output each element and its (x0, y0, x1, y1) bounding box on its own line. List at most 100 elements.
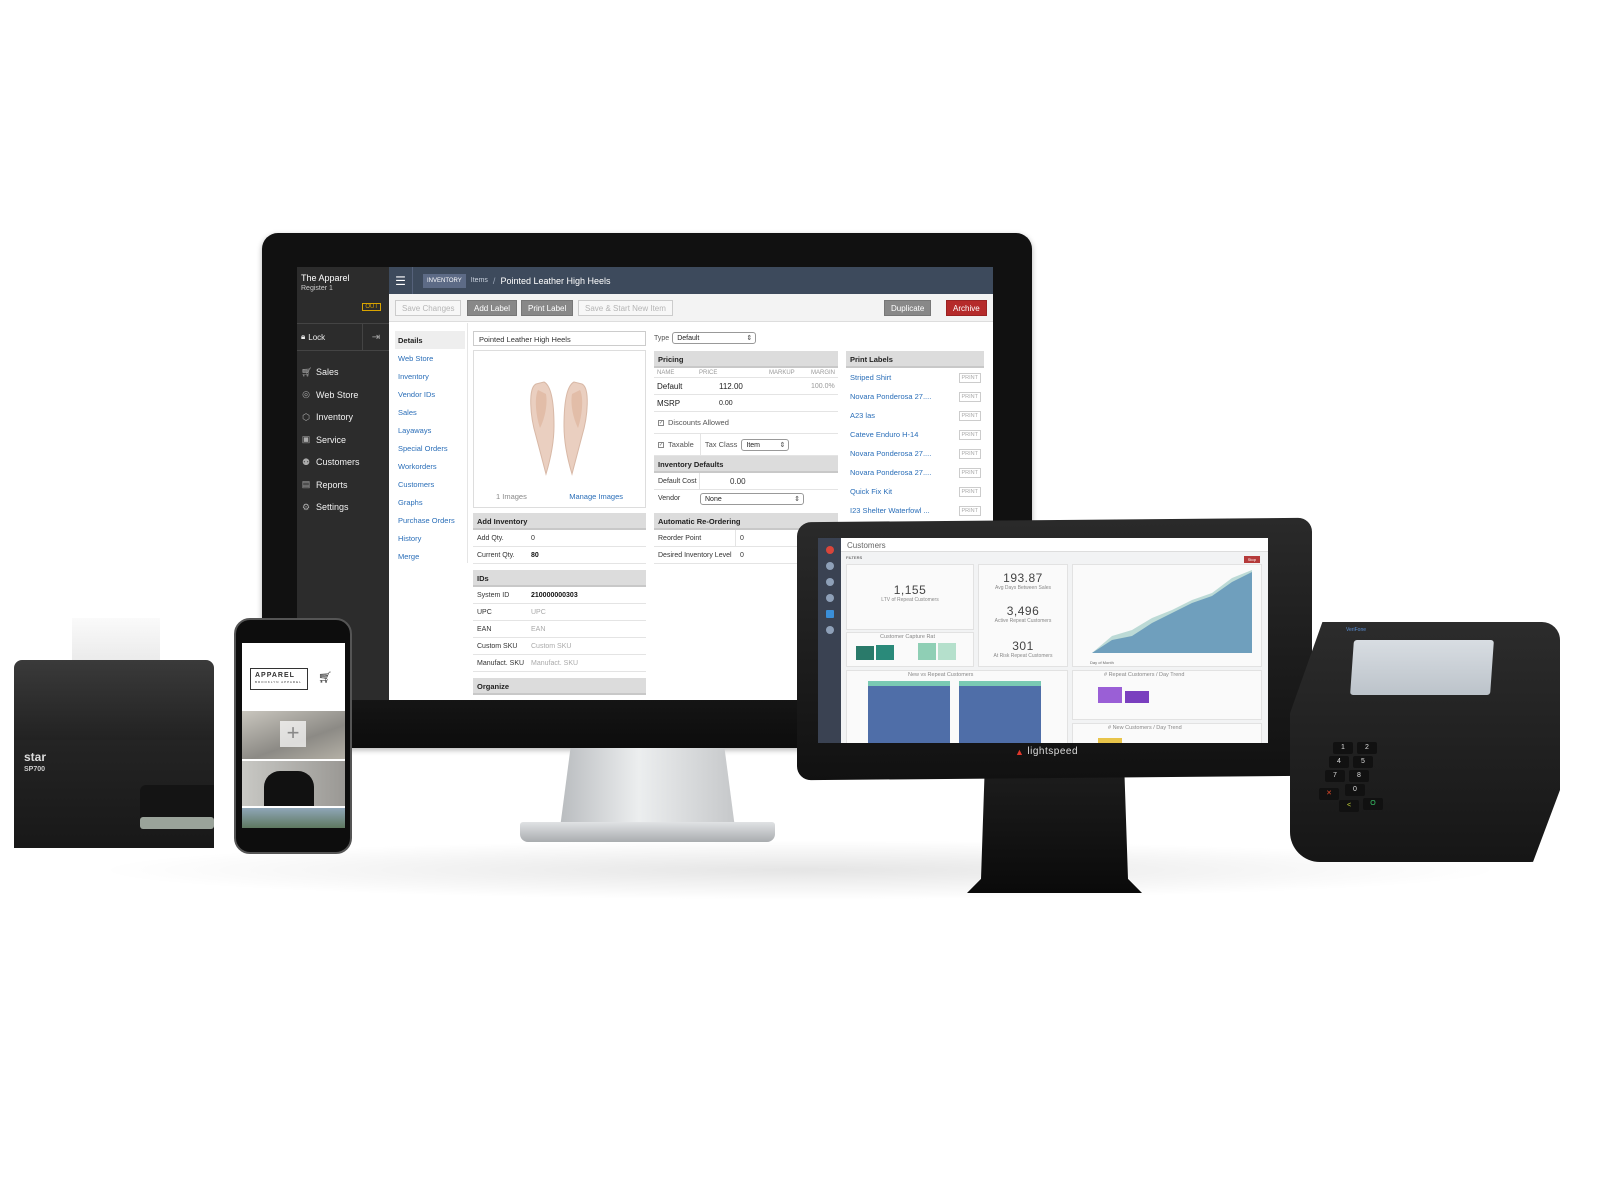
cart-icon[interactable]: 🛒︎ (318, 671, 332, 684)
print-button[interactable]: PRINT (958, 429, 981, 440)
enter-key-icon[interactable]: O (1363, 798, 1383, 810)
subnav-layaways[interactable]: Layaways (395, 421, 465, 439)
sidebar-item-customers[interactable]: ⚉ Customers (297, 451, 360, 474)
item-name-input[interactable]: Pointed Leather High Heels (473, 331, 646, 346)
price-row-default: Default 112.00 100.0% (654, 378, 838, 395)
reorder-point-input[interactable]: 0 (736, 535, 744, 542)
discounts-allowed-checkbox[interactable]: ✓ Discounts Allowed (654, 412, 838, 434)
cancel-key-icon[interactable]: ✕ (1319, 788, 1339, 800)
price-input[interactable]: 0.00 (719, 400, 733, 407)
filters-toggle[interactable]: FILTERS (846, 555, 862, 560)
manage-images-link[interactable]: Manage Images (569, 492, 623, 501)
sidebar-item-web-store[interactable]: ◎ Web Store (297, 384, 360, 407)
price-name: MSRP (657, 398, 681, 408)
custom-sku-input[interactable]: Custom SKU (527, 643, 571, 650)
top-bar: ☰ INVENTORY Items / Pointed Leather High… (389, 267, 993, 294)
nav-chat-icon[interactable] (825, 562, 834, 570)
vendor-row: Vendor None (654, 490, 838, 507)
print-label-link[interactable]: Novara Ponderosa 27.... (846, 449, 931, 458)
subnav-customers[interactable]: Customers (395, 475, 465, 493)
new-vs-repeat-bar-1 (868, 681, 950, 743)
sidebar-item-settings[interactable]: ⚙ Settings (297, 496, 360, 519)
capture-bar-this-year (876, 645, 894, 660)
key-4[interactable]: 4 (1329, 756, 1349, 768)
duplicate-button[interactable]: Duplicate (884, 300, 932, 316)
save-changes-button[interactable]: Save Changes (395, 300, 462, 316)
lock-button[interactable]: 🔒︎ Lock (297, 324, 363, 350)
subnav-divider (467, 323, 468, 563)
breadcrumb-items[interactable]: Items (471, 277, 488, 284)
price-input[interactable]: 112.00 (719, 382, 811, 391)
add-label-button[interactable]: Add Label (467, 300, 518, 316)
tax-class-select[interactable]: Item (741, 438, 790, 451)
breadcrumb-inventory[interactable]: INVENTORY (423, 273, 466, 288)
subnav-history[interactable]: History (395, 529, 465, 547)
nav-reports-icon[interactable] (825, 610, 834, 618)
pricing-header: Pricing (654, 351, 838, 368)
print-button[interactable]: PRINT (958, 486, 981, 497)
default-cost-input[interactable]: 0.00 (700, 477, 746, 486)
manufact-sku-input[interactable]: Manufact. SKU (527, 660, 578, 667)
key-0[interactable]: 0 (1345, 784, 1365, 796)
add-qty-input[interactable]: 0 (527, 535, 535, 542)
print-button[interactable]: PRINT (958, 391, 981, 402)
plus-icon[interactable]: + (280, 721, 306, 747)
kpi-value: 3,496 (1006, 604, 1040, 618)
desired-level-input[interactable]: 0 (736, 552, 744, 559)
print-label-item: Novara Ponderosa 27.... PRINT (846, 444, 984, 463)
key-5[interactable]: 5 (1353, 756, 1373, 768)
taxable-checkbox[interactable]: ✓ (658, 441, 664, 448)
subnav-merge[interactable]: Merge (395, 547, 465, 565)
sidebar-item-sales[interactable]: 🛒︎ Sales (297, 361, 360, 384)
sidebar-item-service[interactable]: ▣ Service (297, 429, 360, 452)
ids-header: IDs (473, 570, 646, 587)
subnav-inventory[interactable]: Inventory (395, 367, 465, 385)
print-label-link[interactable]: Novara Ponderosa 27.... (846, 392, 931, 401)
print-label-link[interactable]: Cateve Enduro H-14 (846, 430, 918, 439)
subnav-graphs[interactable]: Graphs (395, 493, 465, 511)
price-margin: 100.0% (811, 382, 835, 390)
nav-box-icon[interactable] (825, 594, 834, 602)
archive-button[interactable]: Archive (946, 300, 987, 316)
gear-icon: ⚙ (301, 501, 311, 512)
subnav-details[interactable]: Details (395, 331, 465, 349)
clear-key-icon[interactable]: < (1339, 800, 1359, 812)
product-photo-3[interactable] (242, 808, 345, 828)
key-2[interactable]: 2 (1357, 742, 1377, 754)
print-label-link[interactable]: I23 Shelter Waterfowl ... (846, 506, 930, 515)
print-label-link[interactable]: A23 las (846, 411, 875, 420)
print-button[interactable]: PRINT (958, 448, 981, 459)
subnav-vendor-ids[interactable]: Vendor IDs (395, 385, 465, 403)
key-1[interactable]: 1 (1333, 742, 1353, 754)
clock-out-button[interactable]: OUT (362, 303, 381, 311)
print-label-button[interactable]: Print Label (521, 300, 574, 316)
sidebar-item-label: Reports (316, 479, 348, 490)
subnav-special-orders[interactable]: Special Orders (395, 439, 465, 457)
price-row-msrp: MSRP 0.00 (654, 395, 838, 412)
ean-input[interactable]: EAN (527, 626, 545, 633)
upc-input[interactable]: UPC (527, 609, 546, 616)
subnav-workorders[interactable]: Workorders (395, 457, 465, 475)
print-button[interactable]: PRINT (958, 372, 981, 383)
hamburger-menu-icon[interactable]: ☰ (389, 267, 413, 294)
nav-settings-icon[interactable] (825, 626, 834, 634)
subnav-web-store[interactable]: Web Store (395, 349, 465, 367)
key-8[interactable]: 8 (1349, 770, 1369, 782)
subnav-sales[interactable]: Sales (395, 403, 465, 421)
logout-icon[interactable]: ⇥ (363, 332, 389, 343)
vendor-select[interactable]: None (700, 492, 804, 505)
key-7[interactable]: 7 (1325, 770, 1345, 782)
save-start-new-button[interactable]: Save & Start New Item (578, 300, 673, 316)
print-label-link[interactable]: Striped Shirt (846, 373, 891, 382)
print-button[interactable]: PRINT (958, 505, 981, 516)
nav-cart-icon[interactable] (825, 578, 834, 586)
print-label-link[interactable]: Novara Ponderosa 27.... (846, 468, 931, 477)
sidebar-item-inventory[interactable]: ⬡ Inventory (297, 406, 360, 429)
type-select[interactable]: Default (672, 332, 757, 344)
print-button[interactable]: PRINT (958, 467, 981, 478)
stop-button[interactable]: Stop (1243, 556, 1260, 563)
print-button[interactable]: PRINT (958, 410, 981, 421)
print-label-link[interactable]: Quick Fix Kit (846, 487, 892, 496)
sidebar-item-reports[interactable]: ▤ Reports (297, 474, 360, 497)
subnav-purchase-orders[interactable]: Purchase Orders (395, 511, 465, 529)
